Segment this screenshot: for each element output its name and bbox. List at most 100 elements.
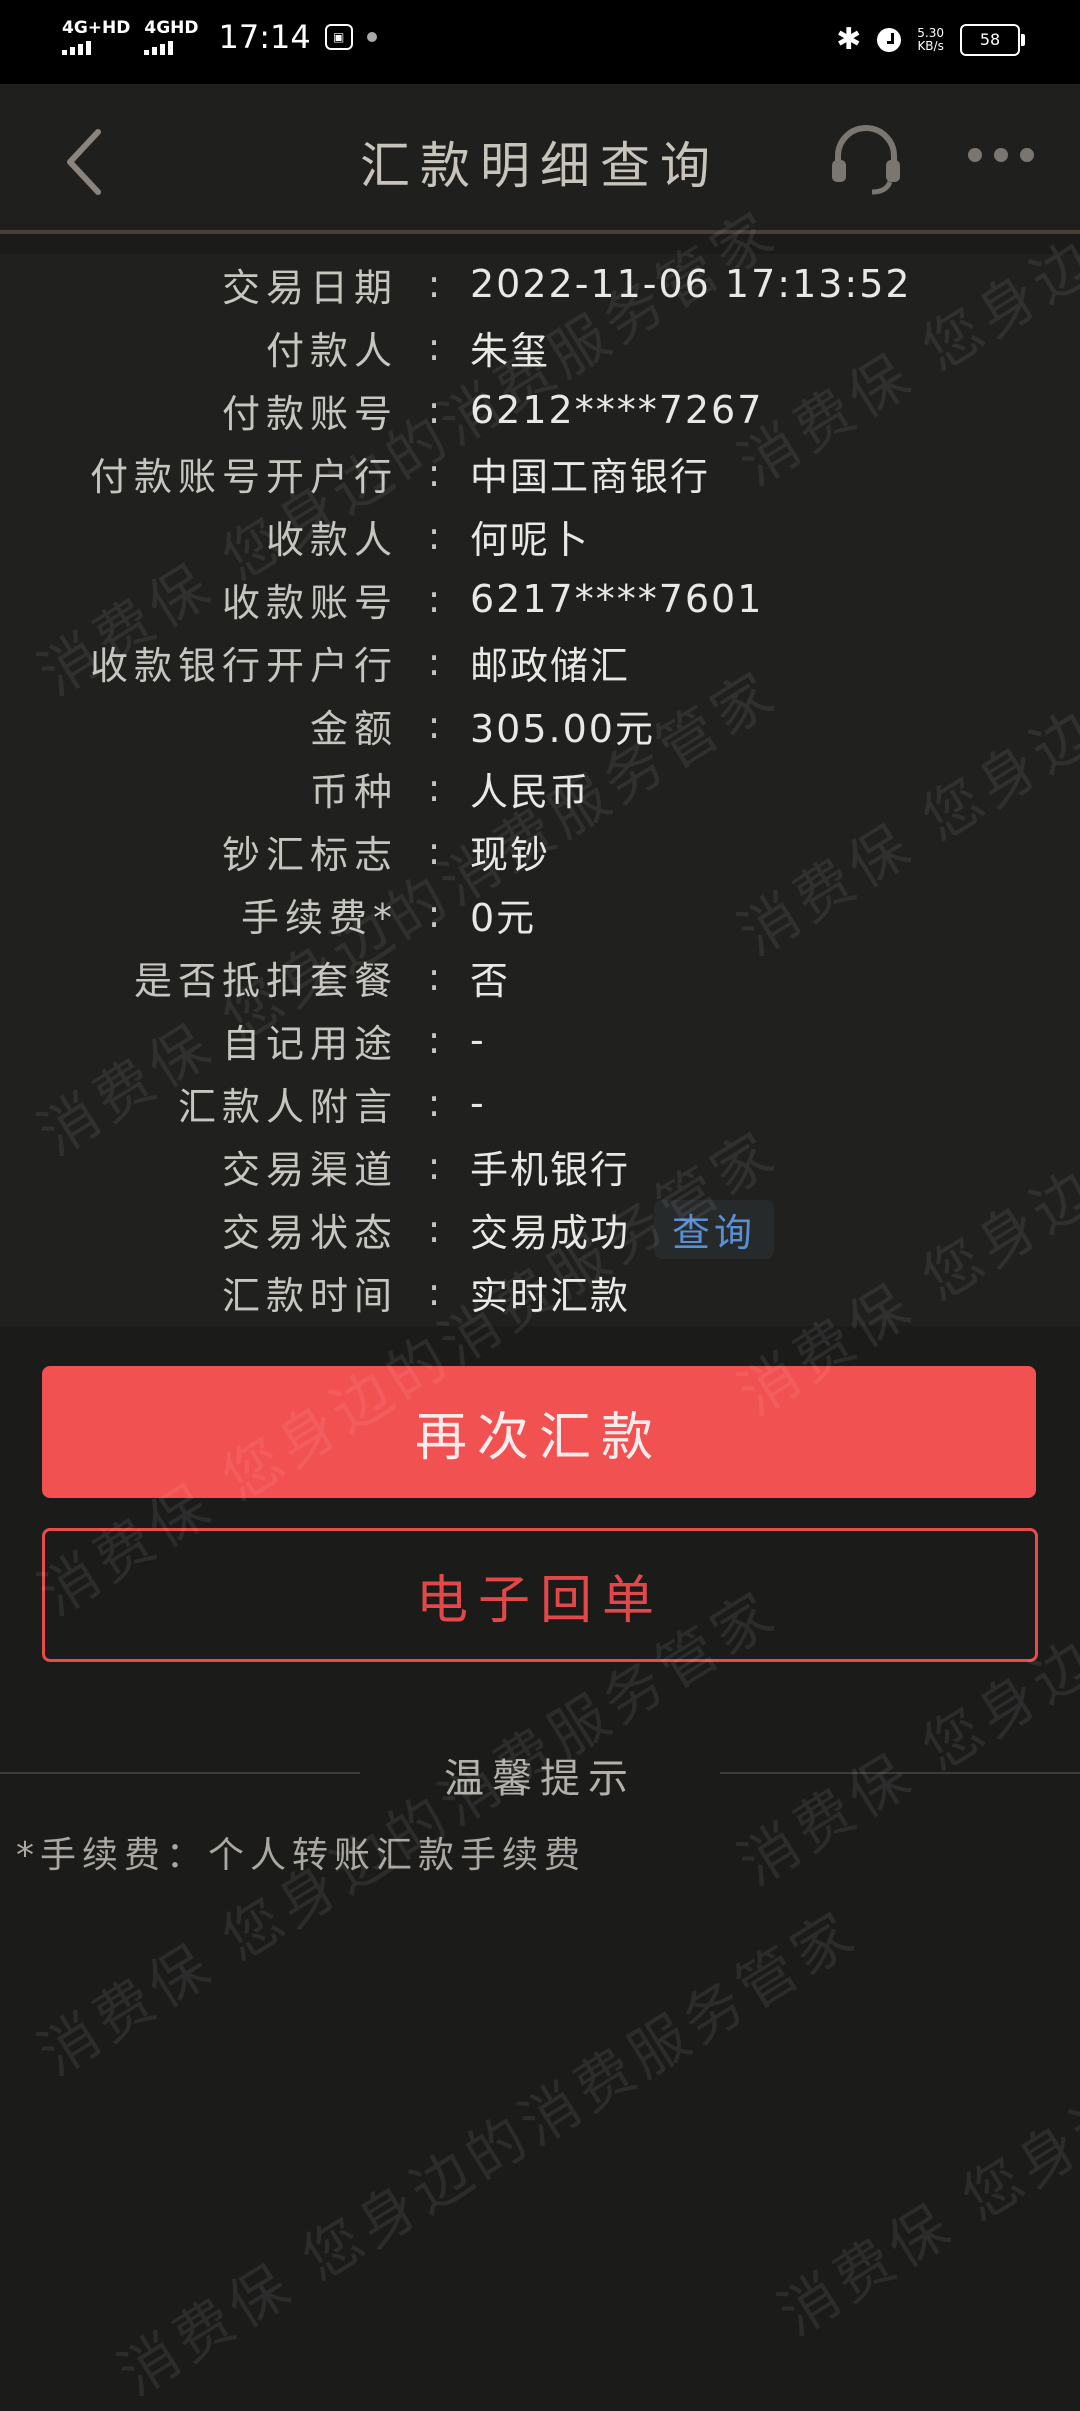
remit-again-button[interactable]: 再次汇款 <box>42 1366 1036 1498</box>
watermark: 消费保 您身边 <box>766 2074 1080 2349</box>
header-divider <box>0 230 1080 234</box>
detail-row-remit-time: 汇款时间: 实时汇款 <box>0 1262 1080 1322</box>
detail-row-currency: 币种: 人民币 <box>0 758 1080 818</box>
detail-value: 邮政储汇 <box>470 643 631 688</box>
detail-row-fee: 手续费*:0元 <box>0 884 1080 944</box>
detail-row-status: 交易状态: 交易成功 查询 <box>0 1199 1080 1259</box>
network1-label: 4G+HD <box>62 18 131 38</box>
detail-label: 汇款时间 <box>221 1273 398 1318</box>
detail-label: 交易状态 <box>221 1210 398 1255</box>
network2-label: 4GHD <box>144 18 199 38</box>
tips-divider-right <box>720 1772 1080 1774</box>
separator: : <box>427 766 441 810</box>
detail-row-payee-bank: 收款银行开户行: 邮政储汇 <box>0 632 1080 692</box>
detail-label: 币种 <box>309 769 398 814</box>
signal-icon <box>62 41 130 55</box>
separator: : <box>427 451 441 495</box>
separator: : <box>427 1207 441 1251</box>
detail-value: 305.00元 <box>470 706 655 751</box>
detail-value: 何呢卜 <box>470 517 591 562</box>
separator: : <box>427 1081 441 1125</box>
tips-text: *手续费：个人转账汇款手续费 <box>16 1835 587 1876</box>
detail-label: 自记用途 <box>221 1021 398 1066</box>
notification-dot-icon <box>366 32 377 42</box>
query-status-button[interactable]: 查询 <box>654 1199 775 1259</box>
detail-label: 交易渠道 <box>221 1147 398 1192</box>
headset-icon[interactable] <box>828 120 904 196</box>
detail-value: 交易成功 查询 <box>470 1199 775 1259</box>
detail-value: 朱玺 <box>470 328 551 373</box>
more-dots-icon[interactable] <box>968 148 1034 168</box>
watermark: 消费保 您身边的消费服务管家 <box>106 1897 870 2409</box>
separator: : <box>427 829 441 873</box>
tips-title: 温馨提示 <box>444 1756 636 1802</box>
detail-row-remark: 汇款人附言: - <box>0 1073 1080 1133</box>
detail-value: 0元 <box>470 895 537 940</box>
detail-label: 金额 <box>309 706 398 751</box>
bluetooth-icon: ✱ <box>836 22 862 57</box>
detail-label: 汇款人附言 <box>177 1084 398 1129</box>
separator: : <box>427 955 441 999</box>
separator: : <box>427 1270 441 1314</box>
e-receipt-button[interactable]: 电子回单 <box>42 1528 1038 1662</box>
battery-icon: 58 <box>960 23 1025 56</box>
separator: : <box>427 388 441 432</box>
detail-label: 付款人 <box>265 328 398 373</box>
detail-row-amount: 金额:305.00元 <box>0 695 1080 755</box>
detail-label: 交易日期 <box>221 265 398 310</box>
network-indicator-2: 4GHD <box>144 18 199 55</box>
separator: : <box>427 262 441 306</box>
signal-icon <box>144 41 198 55</box>
detail-value: - <box>470 1081 486 1125</box>
transaction-details: 交易日期:2022-11-06 17:13:52 付款人: 朱玺 付款账号:621… <box>0 254 1080 1326</box>
detail-label: 是否抵扣套餐 <box>133 958 398 1003</box>
detail-row-payee: 收款人: 何呢卜 <box>0 506 1080 566</box>
detail-label: 收款账号 <box>221 580 398 625</box>
app-header: 汇款明细查询 <box>0 84 1080 232</box>
detail-value: 手机银行 <box>470 1147 631 1192</box>
status-bar: 4G+HD 4GHD 17:14 ▣ ✱ 5.30 KB/s 58 <box>0 0 1080 84</box>
speed-unit: KB/s <box>917 38 944 53</box>
detail-row-payer-bank: 付款账号开户行: 中国工商银行 <box>0 443 1080 503</box>
detail-value: - <box>470 1018 486 1062</box>
separator: : <box>427 1018 441 1062</box>
detail-label: 收款银行开户行 <box>89 643 398 688</box>
battery-level: 58 <box>979 30 1001 49</box>
detail-label: 钞汇标志 <box>221 832 398 877</box>
detail-row-payer: 付款人: 朱玺 <box>0 317 1080 377</box>
detail-row-channel: 交易渠道: 手机银行 <box>0 1136 1080 1196</box>
separator: : <box>427 325 441 369</box>
network-indicator-1: 4G+HD <box>62 19 130 55</box>
alarm-icon <box>877 27 902 52</box>
detail-label: 手续费* <box>240 895 398 940</box>
separator: : <box>427 640 441 684</box>
detail-value: 人民币 <box>470 769 591 814</box>
detail-label: 收款人 <box>265 517 398 562</box>
page-title: 汇款明细查询 <box>360 137 720 195</box>
detail-label: 付款账号 <box>221 391 398 436</box>
separator: : <box>427 1144 441 1188</box>
detail-label: 付款账号开户行 <box>89 454 398 499</box>
detail-value: 2022-11-06 17:13:52 <box>470 262 912 306</box>
status-text: 交易成功 <box>470 1210 631 1255</box>
detail-value: 现钞 <box>470 832 551 877</box>
separator: : <box>427 703 441 747</box>
speed-value: 5.30 <box>917 25 944 40</box>
separator: : <box>427 892 441 936</box>
detail-row-package-deduct: 是否抵扣套餐: 否 <box>0 947 1080 1007</box>
detail-value: 6217****7601 <box>470 577 764 621</box>
network-speed: 5.30 KB/s <box>917 25 944 53</box>
app-notification-icon: ▣ <box>324 24 353 50</box>
detail-value: 中国工商银行 <box>470 454 711 499</box>
separator: : <box>427 514 441 558</box>
detail-row-date: 交易日期:2022-11-06 17:13:52 <box>0 254 1080 314</box>
detail-row-purpose: 自记用途: - <box>0 1010 1080 1070</box>
detail-value: 实时汇款 <box>470 1273 631 1318</box>
detail-value: 6212****7267 <box>470 388 764 432</box>
status-time: 17:14 <box>218 18 311 56</box>
detail-row-payer-account: 付款账号:6212****7267 <box>0 380 1080 440</box>
detail-row-cash-flag: 钞汇标志: 现钞 <box>0 821 1080 881</box>
detail-row-payee-account: 收款账号:6217****7601 <box>0 569 1080 629</box>
separator: : <box>427 577 441 621</box>
detail-value: 否 <box>470 958 511 1003</box>
